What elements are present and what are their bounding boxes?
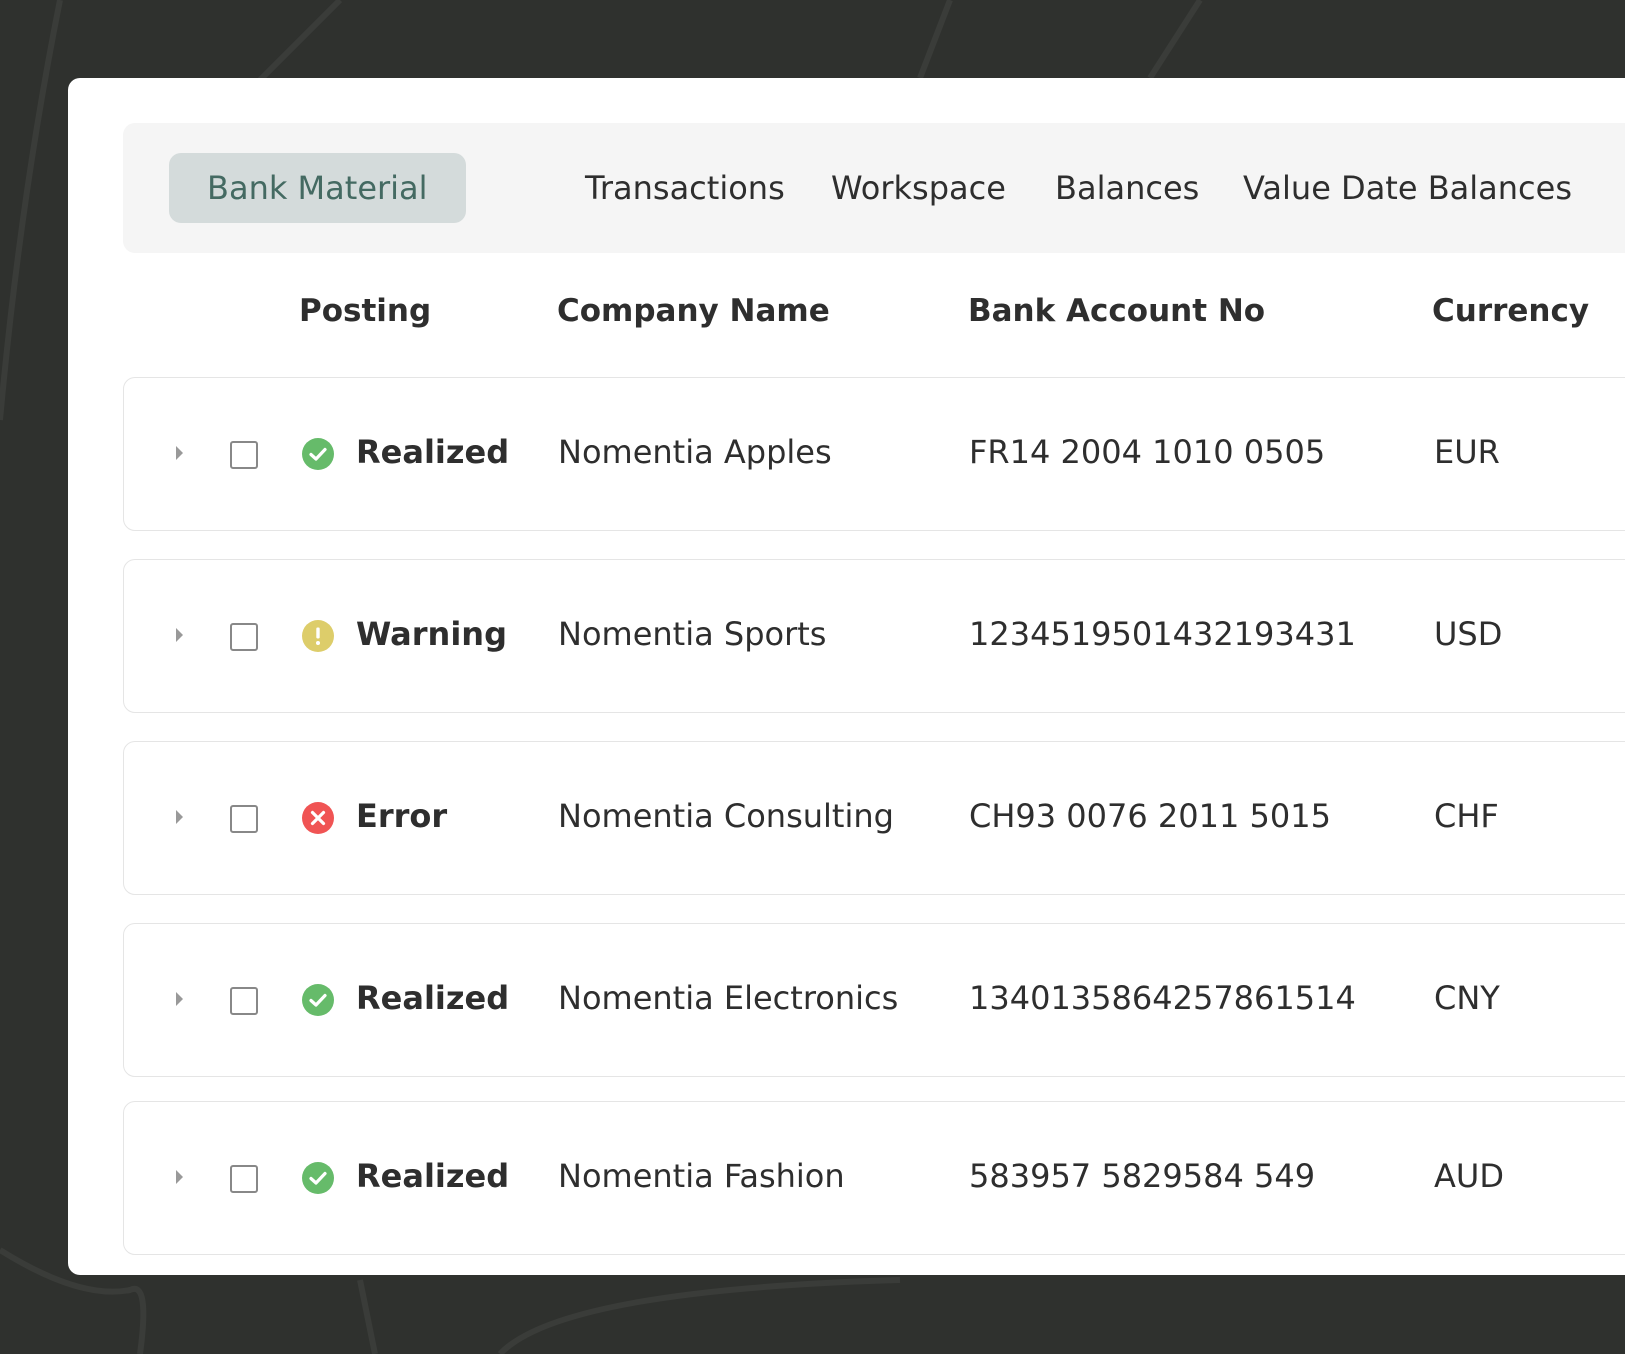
bank-account-no: CH93 0076 2011 5015: [969, 797, 1331, 835]
posting-status: Realized: [356, 979, 510, 1017]
column-header-posting[interactable]: Posting: [299, 293, 431, 329]
posting-status: Realized: [356, 433, 510, 471]
row-checkbox[interactable]: [230, 1165, 258, 1193]
column-header-company-name[interactable]: Company Name: [557, 293, 830, 329]
check-circle-icon: [302, 984, 334, 1016]
currency: EUR: [1434, 433, 1500, 471]
column-header-currency[interactable]: Currency: [1432, 293, 1589, 329]
tab-bar: Bank Material Transactions Workspace Bal…: [123, 123, 1625, 253]
tab-transactions[interactable]: Transactions: [585, 153, 785, 223]
column-header-bank-account-no[interactable]: Bank Account No: [968, 293, 1265, 329]
row-checkbox[interactable]: [230, 441, 258, 469]
expand-caret-icon[interactable]: [176, 446, 183, 460]
company-name: Nomentia Fashion: [558, 1157, 845, 1195]
company-name: Nomentia Consulting: [558, 797, 894, 835]
warning-circle-icon: [302, 620, 334, 652]
posting-status: Warning: [356, 615, 507, 653]
currency: AUD: [1434, 1157, 1504, 1195]
error-circle-icon: [302, 802, 334, 834]
table-row[interactable]: Warning Nomentia Sports 1234519501432193…: [123, 559, 1625, 713]
table-row[interactable]: Realized Nomentia Fashion 583957 5829584…: [123, 1101, 1625, 1255]
table-header: Posting Company Name Bank Account No Cur…: [68, 293, 1625, 353]
currency: CNY: [1434, 979, 1500, 1017]
tab-value-date-balances[interactable]: Value Date Balances: [1243, 153, 1572, 223]
currency: CHF: [1434, 797, 1499, 835]
company-name: Nomentia Sports: [558, 615, 827, 653]
bank-account-no: 1234519501432193431: [969, 615, 1356, 653]
currency: USD: [1434, 615, 1503, 653]
row-checkbox[interactable]: [230, 805, 258, 833]
bank-material-panel: Bank Material Transactions Workspace Bal…: [68, 78, 1625, 1275]
tab-balances[interactable]: Balances: [1055, 153, 1199, 223]
company-name: Nomentia Apples: [558, 433, 832, 471]
table-row[interactable]: Error Nomentia Consulting CH93 0076 2011…: [123, 741, 1625, 895]
company-name: Nomentia Electronics: [558, 979, 899, 1017]
bank-account-no: 1340135864257861514: [969, 979, 1356, 1017]
row-checkbox[interactable]: [230, 987, 258, 1015]
row-checkbox[interactable]: [230, 623, 258, 651]
bank-account-no: 583957 5829584 549: [969, 1157, 1316, 1195]
table-row[interactable]: Realized Nomentia Electronics 1340135864…: [123, 923, 1625, 1077]
tab-workspace[interactable]: Workspace: [831, 153, 1006, 223]
expand-caret-icon[interactable]: [176, 992, 183, 1006]
expand-caret-icon[interactable]: [176, 1170, 183, 1184]
expand-caret-icon[interactable]: [176, 810, 183, 824]
expand-caret-icon[interactable]: [176, 628, 183, 642]
tab-bank-material[interactable]: Bank Material: [169, 153, 466, 223]
posting-status: Error: [356, 797, 448, 835]
posting-status: Realized: [356, 1157, 510, 1195]
table-row[interactable]: Realized Nomentia Apples FR14 2004 1010 …: [123, 377, 1625, 531]
check-circle-icon: [302, 438, 334, 470]
check-circle-icon: [302, 1162, 334, 1194]
bank-account-no: FR14 2004 1010 0505: [969, 433, 1326, 471]
